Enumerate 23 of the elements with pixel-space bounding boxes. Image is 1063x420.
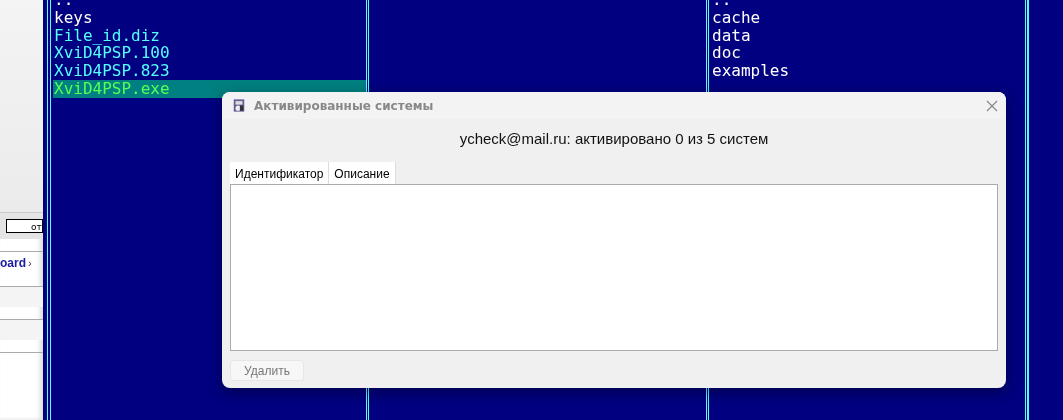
summary-text: ycheck@mail.ru: активировано 0 из 5 систем: [458, 130, 770, 149]
column-header[interactable]: Описание: [329, 162, 396, 184]
file-name[interactable]: doc: [711, 44, 1025, 63]
file-name[interactable]: keys: [53, 8, 366, 27]
file-name[interactable]: File_id.diz: [53, 26, 366, 45]
file-name[interactable]: XviD4PSP.823: [53, 62, 366, 80]
list-area[interactable]: [230, 184, 998, 351]
file-name[interactable]: cache: [711, 8, 1025, 27]
file-name[interactable]: ..: [53, 0, 366, 9]
window-title: Активированные системы: [254, 98, 435, 113]
file-name[interactable]: ..: [711, 0, 1025, 9]
input-field[interactable]: от: [6, 219, 43, 233]
column-header[interactable]: Идентификатор: [230, 162, 330, 184]
close-icon[interactable]: [986, 99, 998, 112]
file-name[interactable]: data: [711, 26, 1025, 45]
app-icon: [232, 98, 246, 113]
breadcrumb-link[interactable]: oard: [0, 256, 26, 270]
file-name[interactable]: XviD4PSP.exe: [53, 80, 366, 98]
breadcrumb-separator: ›: [28, 257, 32, 269]
file-name[interactable]: XviD4PSP.100: [53, 44, 366, 63]
list-row[interactable]: [0, 287, 43, 307]
file-name[interactable]: examples: [711, 62, 1025, 80]
list-row[interactable]: [0, 320, 43, 340]
